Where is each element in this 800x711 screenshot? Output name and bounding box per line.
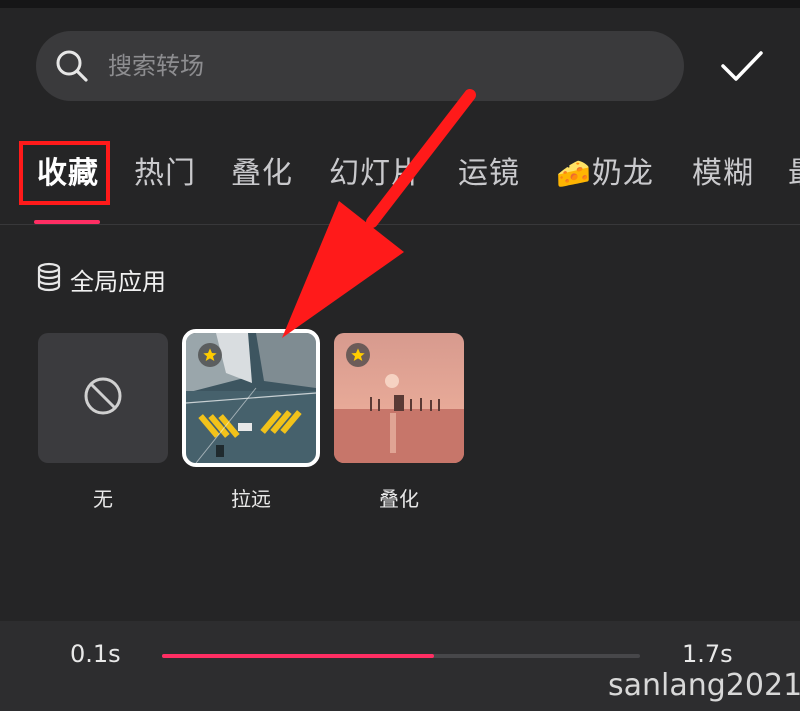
thumbnail-aerial-crosswalk: [186, 333, 316, 463]
apply-all-label: 全局应用: [70, 267, 166, 296]
duration-min: 0.1s: [70, 640, 121, 668]
apply-all-button[interactable]: 全局应用: [36, 262, 166, 296]
item-label: 无: [93, 487, 113, 511]
top-strip: [0, 0, 800, 8]
watermark-text: sanlang2021: [608, 668, 800, 703]
transition-panel: 收藏 热门 叠化 幻灯片 运镜 🧀奶龙 模糊 最 全局应用: [0, 0, 800, 711]
search-input[interactable]: [106, 51, 630, 81]
tab-nailong-label: 奶龙: [591, 156, 654, 191]
item-label: 拉远: [231, 487, 271, 511]
transition-item-zoom-out[interactable]: 拉远: [182, 329, 320, 511]
tab-annotation-box: [19, 141, 110, 205]
tab-dissolve[interactable]: 叠化: [231, 148, 293, 192]
category-tabs: 收藏 热门 叠化 幻灯片 运镜 🧀奶龙 模糊 最: [0, 134, 800, 224]
confirm-button[interactable]: [716, 46, 768, 90]
thumbnail-sunset-sea: [334, 333, 464, 463]
duration-slider[interactable]: [162, 654, 640, 658]
cheese-icon: 🧀: [556, 157, 592, 190]
tabs-divider: [0, 224, 800, 225]
transition-item-none[interactable]: 无: [38, 333, 168, 511]
favorite-star-icon: [198, 343, 222, 367]
layers-icon: [36, 262, 62, 296]
tab-more[interactable]: 最: [788, 148, 800, 192]
check-icon: [719, 48, 765, 88]
search-icon: [54, 48, 90, 84]
duration-max: 1.7s: [682, 640, 733, 668]
tab-hot[interactable]: 热门: [134, 148, 196, 192]
tab-slideshow[interactable]: 幻灯片: [329, 148, 422, 192]
favorite-star-icon: [346, 343, 370, 367]
transition-item-dissolve[interactable]: 叠化: [334, 333, 464, 511]
search-bar[interactable]: [36, 31, 684, 101]
tab-nailong[interactable]: 🧀奶龙: [556, 148, 654, 192]
duration-slider-fill: [162, 654, 435, 658]
thumbnail-none: [38, 333, 168, 463]
no-entry-icon: [83, 376, 123, 420]
item-label: 叠化: [379, 487, 419, 511]
tab-blur[interactable]: 模糊: [692, 148, 754, 192]
tab-camera-move[interactable]: 运镜: [458, 148, 520, 192]
